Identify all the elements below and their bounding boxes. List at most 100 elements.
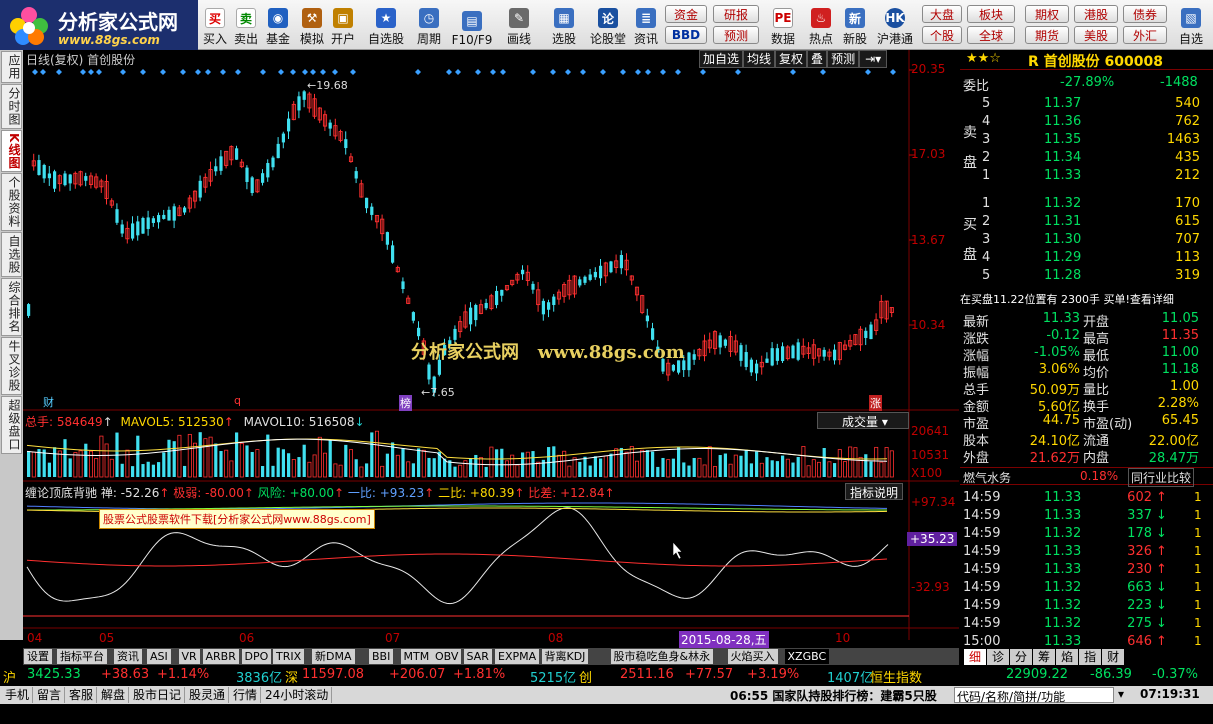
- chart-menu-icon[interactable]: ⇥▾: [859, 50, 888, 68]
- usstock-button[interactable]: 美股: [1074, 26, 1118, 44]
- indicator-tab-13[interactable]: EXPMA: [495, 649, 540, 664]
- status-item-7[interactable]: 24小时滚动: [262, 687, 333, 703]
- news-ticker[interactable]: 06:55 国家队持股排行榜：建霸5只股: [730, 687, 937, 704]
- tab-profile[interactable]: 个股资料: [1, 173, 22, 232]
- buy-row-1[interactable]: 1 11.32 170: [980, 196, 1213, 213]
- volume-indicator-select[interactable]: 成交量 ▾: [817, 412, 909, 429]
- tab-apps[interactable]: 应用: [1, 51, 22, 83]
- status-item-5[interactable]: 股灵通: [186, 687, 230, 703]
- bankuai-button[interactable]: 板块: [967, 5, 1015, 23]
- status-item-6[interactable]: 行情: [230, 687, 262, 703]
- quote-tab-5[interactable]: 指: [1079, 649, 1102, 665]
- sell-row-1[interactable]: 1 11.33 212: [980, 168, 1213, 185]
- ad-banner[interactable]: 股票公式股票软件下载[分析家公式网www.88gs.com]: [99, 509, 375, 529]
- industry-compare-button[interactable]: 同行业比较: [1128, 468, 1195, 487]
- status-item-0[interactable]: 手机: [2, 687, 34, 703]
- tab-watchlist[interactable]: 自选股: [1, 232, 22, 278]
- data-button[interactable]: PE 数据: [766, 3, 800, 47]
- indicator-tab-14[interactable]: 背离KDJ: [541, 649, 589, 664]
- watchlist-button[interactable]: ★ 自选股: [366, 3, 406, 47]
- big-order-note[interactable]: 在买盘11.22位置有 2300手 买单!查看详细: [960, 291, 1213, 308]
- status-item-4[interactable]: 股市日记: [130, 687, 186, 703]
- sim-button[interactable]: ⚒ 模拟: [299, 3, 325, 47]
- tab-kline[interactable]: K线图: [1, 130, 22, 173]
- indicator-tab-7[interactable]: TRIX: [273, 649, 305, 664]
- tick-row: 14:59 11.32 178 ↓ 1: [960, 526, 1202, 543]
- indicator-tab-10[interactable]: MTM: [400, 649, 433, 664]
- sell-button[interactable]: 卖卖出: [233, 3, 259, 47]
- open-account-button[interactable]: ▣ 开户: [330, 3, 356, 47]
- indicator-tab-17[interactable]: XZGBC: [784, 649, 830, 664]
- pick-stock-button[interactable]: ▦ 选股: [547, 3, 581, 47]
- volume-bar-57: [322, 452, 327, 478]
- indicator-tab-8[interactable]: 新DMA: [312, 649, 355, 664]
- search-input[interactable]: 代码/名称/简拼/功能: [954, 687, 1114, 704]
- search-dropdown-icon[interactable]: ▾: [1118, 687, 1134, 703]
- sell-row-5[interactable]: 5 11.37 540: [980, 96, 1213, 113]
- quote-tab-4[interactable]: 焰: [1056, 649, 1079, 665]
- tab-intraday[interactable]: 分时图: [1, 84, 22, 129]
- indicator-tab-0[interactable]: 设置: [24, 649, 52, 664]
- overlay-button[interactable]: 叠: [807, 50, 828, 68]
- indicator-tab-5[interactable]: ARBR: [202, 649, 239, 664]
- buy-row-5[interactable]: 5 11.28 319: [980, 268, 1213, 285]
- yanbao-button[interactable]: 研报: [713, 5, 759, 23]
- yuce-button[interactable]: 预测: [713, 26, 759, 44]
- status-item-2[interactable]: 客服: [66, 687, 98, 703]
- indicator-tab-2[interactable]: 资讯: [114, 649, 142, 664]
- hk-connect-button[interactable]: HK 沪港通: [875, 3, 915, 47]
- status-item-3[interactable]: 解盘: [98, 687, 130, 703]
- tab-diagnosis[interactable]: 牛叉诊股: [1, 337, 22, 396]
- indicator-help-button[interactable]: 指标说明: [845, 483, 904, 500]
- forum-button[interactable]: 论论股堂: [588, 3, 628, 47]
- quote-tab-2[interactable]: 分: [1010, 649, 1033, 665]
- indicator-tab-6[interactable]: DPO: [241, 649, 272, 664]
- indicator-tab-15[interactable]: 股市稳吃鱼身&林永: [610, 649, 714, 664]
- indicator-tab-1[interactable]: 指标平台: [57, 649, 107, 664]
- custom-button[interactable]: ▧ 自选: [1176, 3, 1206, 47]
- news-button[interactable]: ≣ 资讯: [632, 3, 660, 47]
- quanqiu-button[interactable]: 全球: [967, 26, 1015, 44]
- sell-row-4[interactable]: 4 11.36 762: [980, 114, 1213, 131]
- add-watch-button[interactable]: 加自选: [699, 50, 744, 68]
- tab-ranking[interactable]: 综合排名: [1, 278, 22, 337]
- buy-row-2[interactable]: 2 11.31 615: [980, 214, 1213, 231]
- forecast-button[interactable]: 预测: [827, 50, 860, 68]
- futures-button[interactable]: 期货: [1025, 26, 1069, 44]
- ma-button[interactable]: 均线: [743, 50, 776, 68]
- f10-button[interactable]: ▤ F10/F9: [452, 3, 492, 47]
- indicator-tab-3[interactable]: ASI: [147, 649, 171, 664]
- tab-superdisk[interactable]: 超级盘口: [1, 396, 22, 455]
- options-button[interactable]: 期权: [1025, 5, 1069, 23]
- bond-button[interactable]: 债券: [1123, 5, 1167, 23]
- dapan-button[interactable]: 大盘: [922, 5, 962, 23]
- geguo-button[interactable]: 个股: [922, 26, 962, 44]
- adjust-button[interactable]: 复权: [775, 50, 808, 68]
- sell-row-2[interactable]: 2 11.34 435: [980, 150, 1213, 167]
- quote-tab-0[interactable]: 细: [964, 649, 987, 665]
- quote-tab-1[interactable]: 诊: [987, 649, 1010, 665]
- bbd-button[interactable]: BBD: [665, 26, 707, 44]
- draw-line-button[interactable]: ✎ 画线: [502, 3, 536, 47]
- status-item-1[interactable]: 留言: [34, 687, 66, 703]
- fund-button[interactable]: ◉ 基金: [265, 3, 291, 47]
- period-button[interactable]: ◷ 周期: [412, 3, 446, 47]
- buy-row-4[interactable]: 4 11.29 113: [980, 250, 1213, 267]
- hkstock-button[interactable]: 港股: [1074, 5, 1118, 23]
- quote-tab-6[interactable]: 财: [1102, 649, 1125, 665]
- quote-tab-3[interactable]: 筹: [1033, 649, 1056, 665]
- indicator-tab-4[interactable]: VR: [178, 649, 200, 664]
- sell-row-3[interactable]: 3 11.35 1463: [980, 132, 1213, 149]
- tick-direction-icon: ↓: [1156, 598, 1167, 613]
- new-stock-button[interactable]: 新新股: [840, 3, 870, 47]
- chart-area[interactable]: 日线(复权) 首创股份 加自选 均线 复权 叠 预测 ⇥▾ 20.35 17.0…: [23, 50, 959, 648]
- indicator-tab-9[interactable]: BBI: [369, 649, 394, 664]
- buy-row-3[interactable]: 3 11.30 707: [980, 232, 1213, 249]
- indicator-tab-11[interactable]: OBV: [432, 649, 462, 664]
- indicator-tab-16[interactable]: 火焰买入: [727, 649, 778, 664]
- hot-button[interactable]: ♨ 热点: [806, 3, 836, 47]
- indicator-tab-12[interactable]: SAR: [463, 649, 492, 664]
- buy-button[interactable]: 买买入: [202, 3, 228, 47]
- forex-button[interactable]: 外汇: [1123, 26, 1167, 44]
- zijin-button[interactable]: 资金: [665, 5, 707, 23]
